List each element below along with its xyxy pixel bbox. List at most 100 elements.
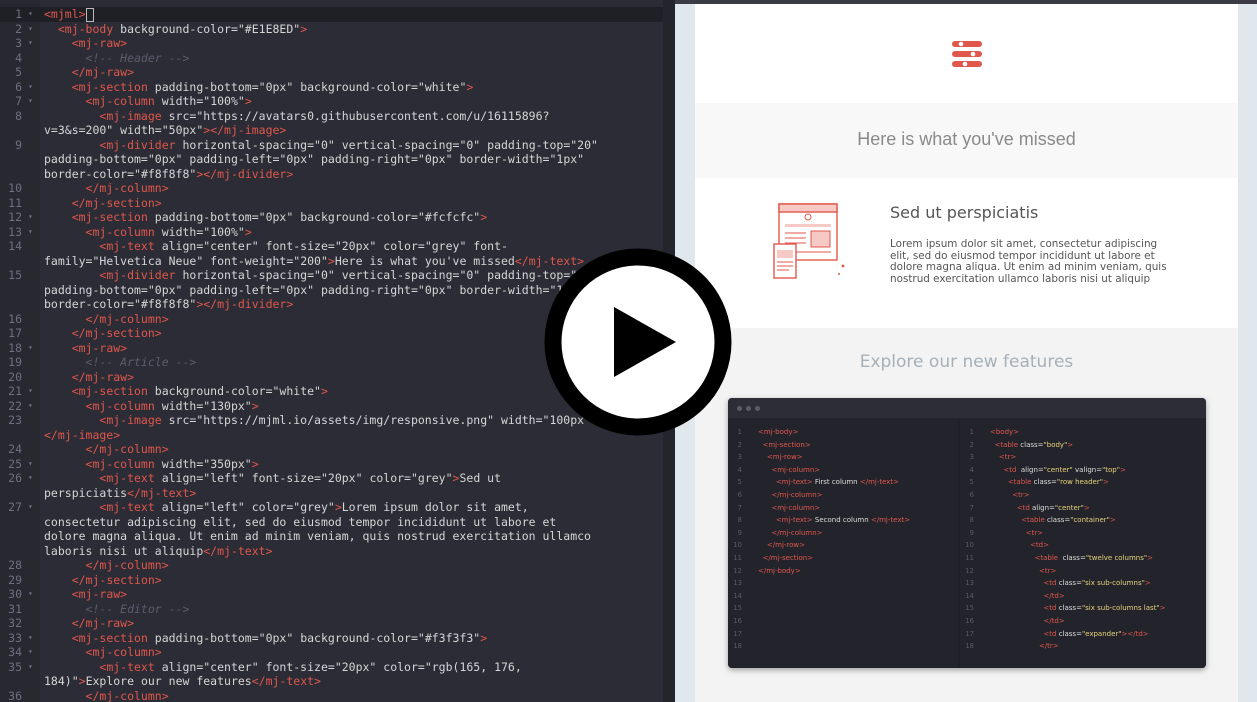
screenshot-code-token: >: [1159, 604, 1166, 613]
line-number: 21: [8, 384, 22, 398]
code-token: background-color=: [293, 630, 418, 645]
code-text: </mj-column>: [44, 442, 169, 457]
code-line[interactable]: 32 </mj-raw>: [0, 616, 663, 631]
code-line[interactable]: 10 </mj-column>: [0, 181, 663, 196]
screenshot-code-token: [990, 529, 1026, 537]
code-line[interactable]: 34 ▾ <mj-column>: [0, 645, 663, 660]
screenshot-code-text: <mj-body>: [758, 426, 798, 439]
fold-arrow-icon[interactable]: ▾: [28, 225, 33, 240]
code-line[interactable]: consectetur adipiscing elit, sed do eius…: [0, 515, 663, 530]
code-line[interactable]: 35 ▾ <mj-text align="center" font-size="2…: [0, 660, 663, 675]
code-line[interactable]: 8 <mj-image src="https://avatars0.github…: [0, 109, 663, 124]
fold-arrow-icon[interactable]: ▾: [28, 80, 33, 95]
screenshot-code-token: "center": [1043, 465, 1073, 474]
code-line[interactable]: 11 </mj-section>: [0, 196, 663, 211]
screenshot-code-text: </td>: [990, 590, 1065, 603]
fold-arrow-icon[interactable]: ▾: [28, 341, 33, 356]
code-text: <mj-divider horizontal-spacing="0" verti…: [44, 138, 598, 153]
fold-arrow-icon[interactable]: ▾: [28, 22, 33, 37]
code-line[interactable]: 36 </mj-column>: [0, 689, 663, 702]
code-line[interactable]: 29 </mj-section>: [0, 573, 663, 588]
code-token: </mj-text>: [203, 543, 273, 558]
code-token: </mj-raw>: [71, 616, 135, 630]
code-line[interactable]: 3 ▾ <mj-raw>: [0, 36, 663, 51]
fold-arrow-icon[interactable]: ▾: [28, 36, 33, 51]
fold-arrow-icon[interactable]: ▾: [28, 500, 33, 515]
code-line[interactable]: 1 ▾ <mjml>: [0, 7, 663, 22]
code-token: <mjml>: [44, 7, 86, 21]
code-line[interactable]: v=3&s=200" width="50px"></mj-image>: [0, 123, 663, 138]
fold-arrow-icon[interactable]: ▾: [28, 94, 33, 109]
code-text: <mj-raw>: [44, 587, 127, 602]
code-line[interactable]: 27 ▾ <mj-text align="left" color="grey">L…: [0, 500, 663, 515]
code-line[interactable]: 13 ▾ <mj-column width="100%">: [0, 225, 663, 240]
code-text: <mj-image src="https://mjml.io/assets/im…: [44, 413, 598, 428]
code-token: border-color=: [44, 297, 135, 311]
screenshot-code-token: ></td>: [1121, 629, 1149, 638]
screenshot-code-token: [758, 478, 776, 486]
fold-arrow-icon[interactable]: ▾: [28, 399, 33, 414]
code-line[interactable]: 184)">Explore our new features</mj-text>: [0, 674, 663, 689]
code-token: "100%": [203, 224, 245, 239]
code-token: <!-- Article -->: [85, 355, 197, 369]
screenshot-code-token: </mj-text>: [870, 516, 911, 525]
screenshot-code-token: </td>: [1043, 591, 1065, 600]
line-number: 3: [15, 36, 22, 50]
screenshot-code-token: [990, 466, 1003, 474]
code-line[interactable]: laboris nisi ut aliquip</mj-text>: [0, 544, 663, 559]
screenshot-line-number: 15: [965, 604, 974, 613]
screenshot-code-text: <td class="six sub-columns last">: [990, 602, 1166, 615]
code-line[interactable]: 24 </mj-column>: [0, 442, 663, 457]
code-line[interactable]: perspiciatis</mj-text>: [0, 486, 663, 501]
code-line[interactable]: 4 <!-- Header -->: [0, 51, 663, 66]
fold-arrow-icon[interactable]: ▾: [28, 210, 33, 225]
play-icon[interactable]: [544, 248, 732, 436]
fold-arrow-icon[interactable]: ▾: [28, 645, 33, 660]
code-token: padding-bottom=: [147, 630, 259, 645]
fold-arrow-icon[interactable]: ▾: [28, 587, 33, 602]
fold-arrow-icon[interactable]: ▾: [28, 660, 33, 675]
code-line[interactable]: 25 ▾ <mj-column width="350px">: [0, 457, 663, 472]
code-line[interactable]: 2 ▾ <mj-body background-color="#E1E8ED">: [0, 22, 663, 37]
code-line[interactable]: 5 </mj-raw>: [0, 65, 663, 80]
code-line[interactable]: border-color="#f8f8f8"></mj-divider>: [0, 167, 663, 182]
code-line[interactable]: 30 ▾ <mj-raw>: [0, 587, 663, 602]
code-line[interactable]: 9 <mj-divider horizontal-spacing="0" ver…: [0, 138, 663, 153]
code-token: <mj-section: [71, 384, 148, 398]
screenshot-code-token: >: [1119, 465, 1126, 474]
code-line[interactable]: 6 ▾ <mj-section padding-bottom="0px" back…: [0, 80, 663, 95]
code-text: <mj-column width="350px">: [44, 457, 259, 472]
code-line[interactable]: 31 <!-- Editor -->: [0, 602, 663, 617]
fold-arrow-icon[interactable]: ▾: [28, 631, 33, 646]
code-line[interactable]: 26 ▾ <mj-text align="left" font-size="20p…: [0, 471, 663, 486]
code-line[interactable]: dolore magna aliqua. Ut enim ad minim ve…: [0, 529, 663, 544]
code-token: v=3&s=200": [44, 123, 114, 137]
code-token: "Helvetica Neue": [92, 253, 204, 268]
code-line[interactable]: 7 ▾ <mj-column width="100%">: [0, 94, 663, 109]
code-token: </mj-section>: [71, 326, 162, 340]
fold-arrow-icon[interactable]: ▾: [28, 7, 33, 22]
code-text: <mj-section padding-bottom="0px" backgro…: [44, 631, 487, 646]
code-token: background-color=: [147, 384, 273, 398]
code-line[interactable]: 12 ▾ <mj-section padding-bottom="0px" bac…: [0, 210, 663, 225]
code-token: >: [327, 253, 335, 268]
screenshot-code-token: <mj-body>: [758, 428, 799, 436]
code-line[interactable]: padding-bottom="0px" padding-left="0px" …: [0, 152, 663, 167]
line-number: 16: [8, 311, 22, 326]
screenshot-code-text: <table class="row header">: [990, 476, 1109, 489]
screenshot-code-line: 17 <td class="expander"></td>: [960, 628, 1206, 641]
screenshot-code-token: [990, 567, 1039, 575]
screenshot-line-number: 3: [969, 453, 974, 462]
fold-arrow-icon[interactable]: ▾: [28, 384, 33, 399]
fold-arrow-icon[interactable]: ▾: [28, 471, 33, 486]
code-token: "0px": [279, 152, 315, 166]
code-line[interactable]: 33 ▾ <mj-section padding-bottom="0px" bac…: [0, 631, 663, 646]
code-token: color=: [362, 471, 411, 485]
fold-arrow-icon[interactable]: ▾: [28, 457, 33, 472]
code-text: border-color="#f8f8f8"></mj-divider>: [44, 167, 293, 182]
code-line[interactable]: 28 </mj-column>: [0, 558, 663, 573]
